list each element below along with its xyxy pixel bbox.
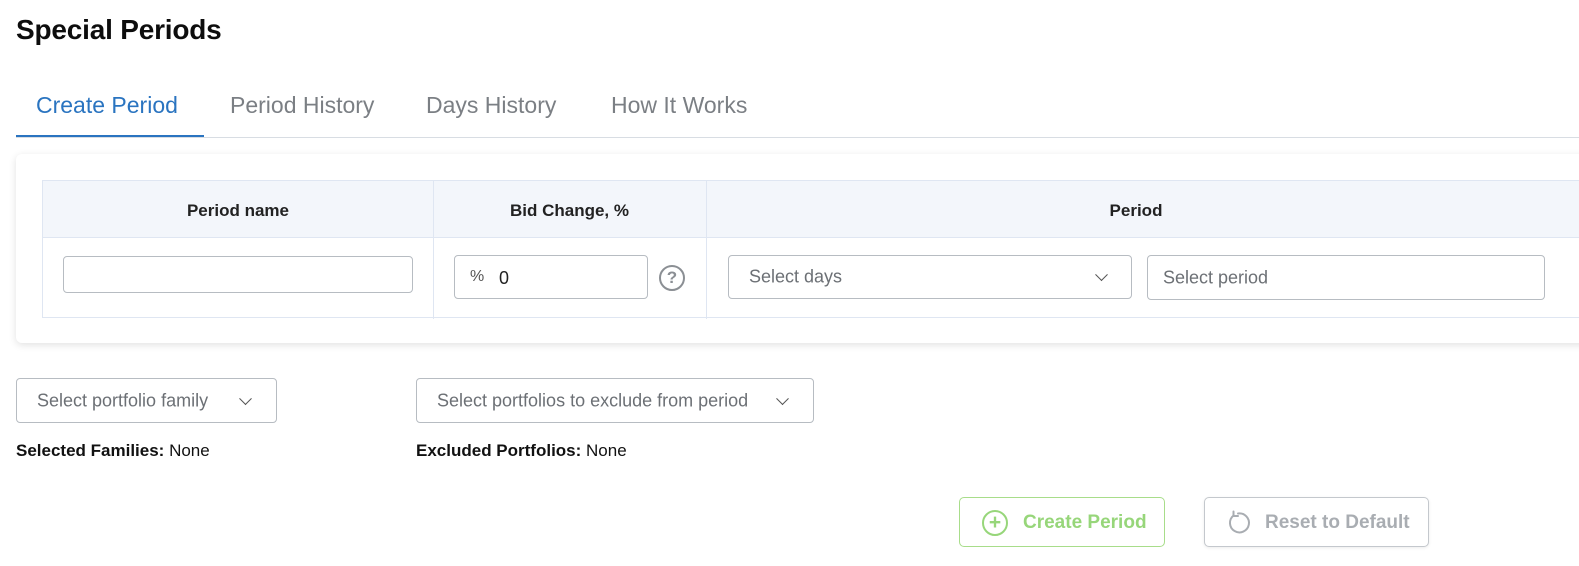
reset-to-default-button[interactable]: Reset to Default: [1204, 497, 1429, 547]
percent-prefix: %: [470, 268, 485, 285]
select-days-dropdown[interactable]: Select days: [728, 255, 1132, 299]
select-days-placeholder: Select days: [749, 266, 843, 287]
period-table: Period name Bid Change, % Period % ? Sel…: [42, 180, 1579, 319]
tab-period-history[interactable]: Period History: [230, 92, 374, 119]
active-tab-indicator: [16, 135, 204, 137]
reset-to-default-label: Reset to Default: [1265, 512, 1410, 533]
selected-families-summary: Selected Families: None: [16, 441, 210, 461]
tab-bar: Create Period Period History Days Histor…: [16, 80, 1579, 138]
excluded-portfolios-value: None: [586, 441, 627, 460]
header-period-name: Period name: [186, 201, 290, 220]
period-form-card: Period name Bid Change, % Period % ? Sel…: [16, 154, 1579, 343]
excluded-portfolios-label: Excluded Portfolios:: [416, 441, 582, 460]
period-name-input[interactable]: [63, 256, 413, 293]
portfolio-family-dropdown[interactable]: Select portfolio family: [16, 378, 277, 423]
bid-change-input[interactable]: [499, 265, 639, 291]
selected-families-label: Selected Families:: [16, 441, 165, 460]
create-period-button[interactable]: + Create Period: [959, 497, 1165, 547]
excluded-portfolios-summary: Excluded Portfolios: None: [416, 441, 627, 461]
tab-create-period[interactable]: Create Period: [36, 92, 178, 119]
reset-icon: [1225, 510, 1251, 536]
bid-change-field[interactable]: %: [454, 255, 648, 299]
header-period: Period: [1109, 201, 1163, 220]
page-title: Special Periods: [16, 14, 222, 45]
header-bid-change: Bid Change, %: [509, 201, 629, 220]
chevron-down-icon: [239, 391, 252, 405]
exclude-portfolios-dropdown[interactable]: Select portfolios to exclude from period: [416, 378, 814, 423]
chevron-down-icon: [1095, 268, 1108, 282]
tab-how-it-works[interactable]: How It Works: [611, 92, 747, 119]
plus-circle-icon: +: [982, 510, 1008, 536]
chevron-down-icon: [776, 391, 789, 405]
create-period-label: Create Period: [1023, 512, 1147, 533]
portfolio-family-placeholder: Select portfolio family: [37, 390, 209, 410]
tab-days-history[interactable]: Days History: [426, 92, 556, 119]
exclude-portfolios-placeholder: Select portfolios to exclude from period: [437, 390, 749, 410]
help-circle-icon[interactable]: ?: [659, 265, 685, 291]
select-period-input[interactable]: Select period: [1147, 255, 1545, 300]
selected-families-value: None: [169, 441, 210, 460]
select-period-placeholder: Select period: [1163, 267, 1269, 287]
